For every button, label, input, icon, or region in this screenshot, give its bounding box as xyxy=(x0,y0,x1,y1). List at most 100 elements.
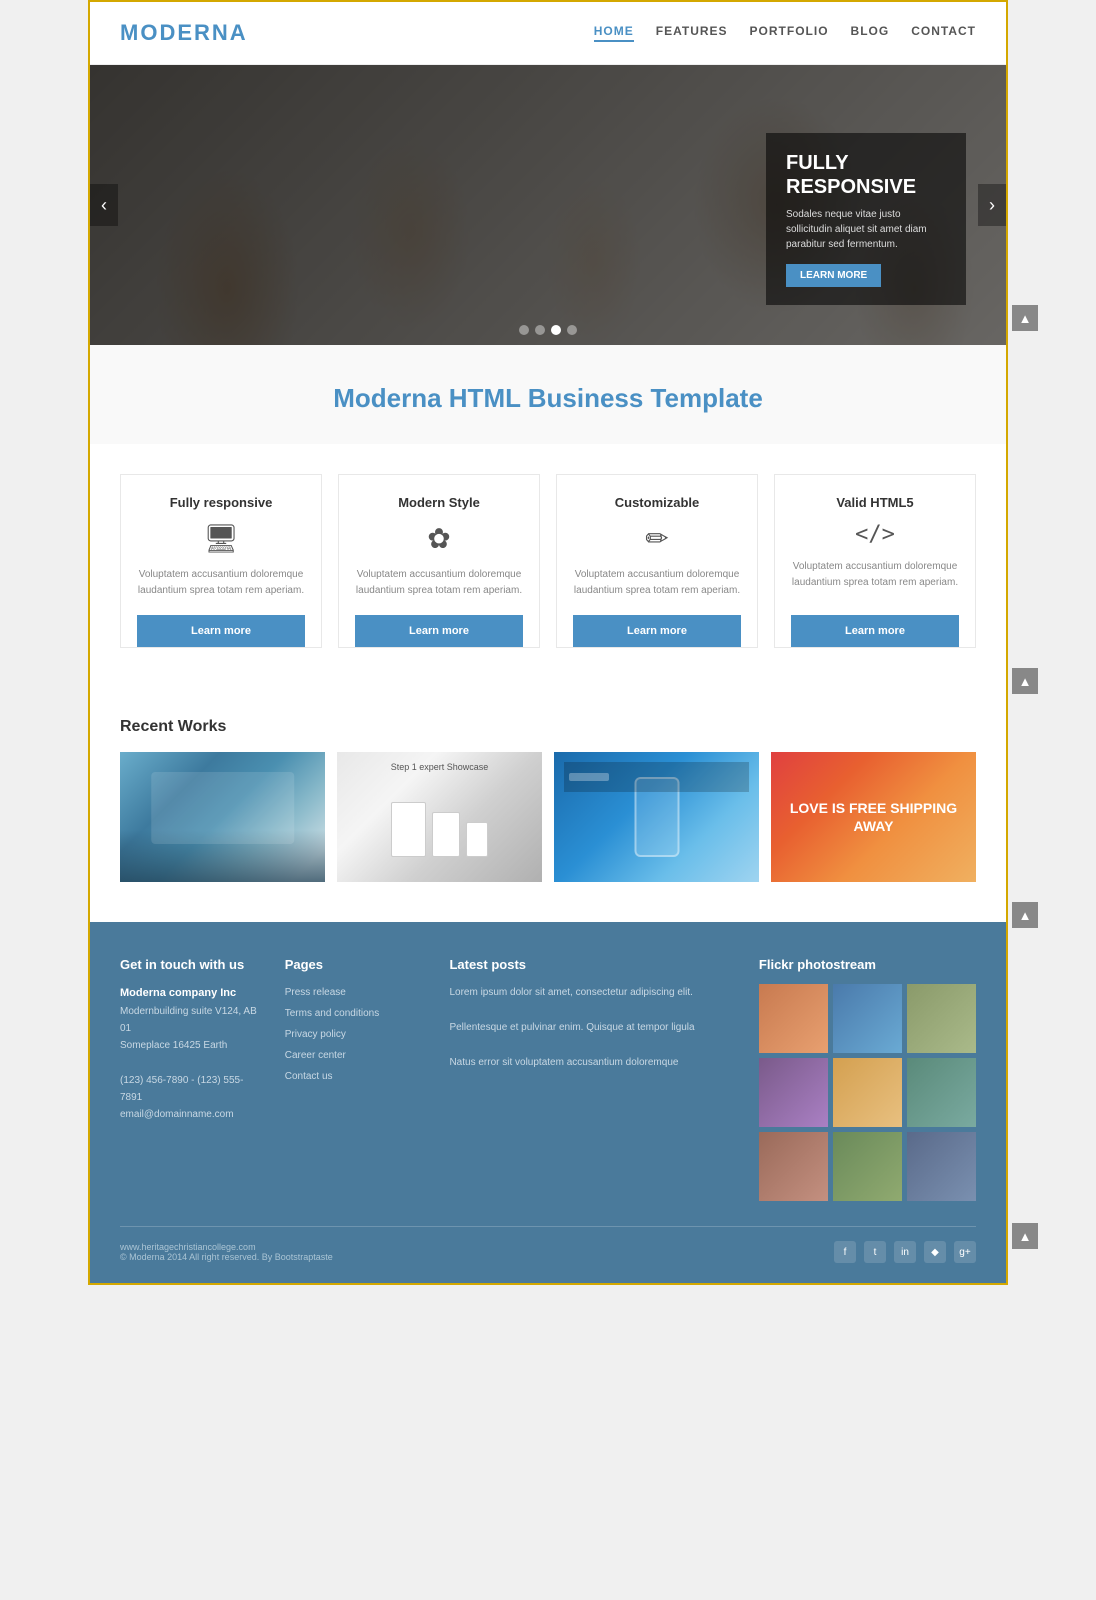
footer-pages-heading: Pages xyxy=(285,957,430,972)
feature-card-3: Customizable ✏ Voluptatem accusantium do… xyxy=(556,474,758,648)
scroll-top-1[interactable]: ▲ xyxy=(1012,305,1038,331)
feature-btn-3[interactable]: Learn more xyxy=(573,615,741,647)
feature-card-4: Valid HTML5 </> Voluptatem accusantium d… xyxy=(774,474,976,648)
footer-link-terms[interactable]: Terms and conditions xyxy=(285,1005,430,1022)
feature-desc-4: Voluptatem accusantium doloremque laudan… xyxy=(791,559,959,591)
hero-dot-1[interactable] xyxy=(519,325,529,335)
feature-title-2: Modern Style xyxy=(398,495,480,510)
feature-btn-1[interactable]: Learn more xyxy=(137,615,305,647)
hero-slider: ‹ › FULLYRESPONSIVE Sodales neque vitae … xyxy=(90,65,1006,345)
work-item-3[interactable] xyxy=(554,752,759,882)
main-nav: HOME FEATURES PORTFOLIO BLOG CONTACT xyxy=(594,24,976,42)
work-promo-text: LOVE IS FREE SHIPPING AWAY xyxy=(771,799,976,835)
footer-contact-heading: Get in touch with us xyxy=(120,957,265,972)
tagline-brand: Moderna xyxy=(333,383,441,413)
work-img-landscape xyxy=(120,752,325,882)
flickr-thumb-6[interactable] xyxy=(907,1058,976,1127)
flickr-thumb-2[interactable] xyxy=(833,984,902,1053)
hero-dot-4[interactable] xyxy=(567,325,577,335)
footer-copyright-text: © Moderna 2014 All right reserved. By Bo… xyxy=(120,1252,333,1262)
footer-link-contact[interactable]: Contact us xyxy=(285,1068,430,1085)
scroll-top-2[interactable]: ▲ xyxy=(1012,668,1038,694)
footer-link-career[interactable]: Career center xyxy=(285,1047,430,1064)
logo-rest: ODERNA xyxy=(140,20,247,45)
nav-home[interactable]: HOME xyxy=(594,24,634,42)
nav-contact[interactable]: CONTACT xyxy=(911,24,976,42)
hero-title: FULLYRESPONSIVE xyxy=(786,151,946,199)
feature-card-1: Fully responsive 🖥 Voluptatem accusantiu… xyxy=(120,474,322,648)
flickr-thumb-5[interactable] xyxy=(833,1058,902,1127)
html5-icon: </> xyxy=(855,522,895,547)
hero-next-arrow[interactable]: › xyxy=(978,184,1006,226)
recent-works-heading: Recent Works xyxy=(120,718,976,736)
nav-portfolio[interactable]: PORTFOLIO xyxy=(750,24,829,42)
work-item-4[interactable]: LOVE IS FREE SHIPPING AWAY xyxy=(771,752,976,882)
scroll-top-4[interactable]: ▲ xyxy=(1012,1223,1038,1249)
hero-description: Sodales neque vitae justo sollicitudin a… xyxy=(786,207,946,252)
site-footer: Get in touch with us Moderna company Inc… xyxy=(90,922,1006,1283)
social-linkedin[interactable]: in xyxy=(894,1241,916,1263)
footer-bottom: www.heritagechristiancollege.com © Moder… xyxy=(120,1226,976,1263)
work-item-1[interactable] xyxy=(120,752,325,882)
footer-contact-col: Get in touch with us Moderna company Inc… xyxy=(120,957,265,1201)
footer-post-1: Lorem ipsum dolor sit amet, consectetur … xyxy=(449,984,738,1001)
hero-prev-arrow[interactable]: ‹ xyxy=(90,184,118,226)
footer-grid: Get in touch with us Moderna company Inc… xyxy=(120,957,976,1201)
hero-dot-3[interactable] xyxy=(551,325,561,335)
flickr-thumb-1[interactable] xyxy=(759,984,828,1053)
flickr-thumb-4[interactable] xyxy=(759,1058,828,1127)
feature-title-4: Valid HTML5 xyxy=(836,495,913,510)
footer-post-3: Natus error sit voluptatem accusantium d… xyxy=(449,1054,738,1071)
tagline-section: Moderna HTML Business Template xyxy=(90,345,1006,444)
footer-link-privacy[interactable]: Privacy policy xyxy=(285,1026,430,1043)
hero-learn-more-button[interactable]: LEARN MORE xyxy=(786,264,881,287)
hero-dot-2[interactable] xyxy=(535,325,545,335)
nav-features[interactable]: FEATURES xyxy=(656,24,728,42)
footer-flickr-col: Flickr photostream xyxy=(759,957,976,1201)
feature-btn-2[interactable]: Learn more xyxy=(355,615,523,647)
social-twitter[interactable]: t xyxy=(864,1241,886,1263)
flickr-thumb-8[interactable] xyxy=(833,1132,902,1201)
feature-card-2: Modern Style ✿ Voluptatem accusantium do… xyxy=(338,474,540,648)
footer-email: email@domainname.com xyxy=(120,1106,265,1123)
footer-company-name: Moderna company Inc xyxy=(120,984,265,1003)
feature-btn-4[interactable]: Learn more xyxy=(791,615,959,647)
logo-accent: M xyxy=(120,20,140,45)
works-grid: Step 1 expert Showcase xyxy=(120,752,976,882)
work-item-2[interactable]: Step 1 expert Showcase xyxy=(337,752,542,882)
footer-posts-col: Latest posts Lorem ipsum dolor sit amet,… xyxy=(449,957,738,1201)
nav-blog[interactable]: BLOG xyxy=(851,24,890,42)
work-img-promo: LOVE IS FREE SHIPPING AWAY xyxy=(771,752,976,882)
footer-address-1: Modernbuilding suite V124, AB 01 xyxy=(120,1003,265,1037)
logo[interactable]: MODERNA xyxy=(120,20,248,46)
footer-phone: (123) 456-7890 - (123) 555-7891 xyxy=(120,1072,265,1106)
flickr-grid xyxy=(759,984,976,1201)
flickr-thumb-9[interactable] xyxy=(907,1132,976,1201)
footer-copyright: www.heritagechristiancollege.com © Moder… xyxy=(120,1242,333,1262)
features-grid: Fully responsive 🖥 Voluptatem accusantiu… xyxy=(120,474,976,648)
feature-desc-2: Voluptatem accusantium doloremque laudan… xyxy=(355,567,523,599)
feature-desc-3: Voluptatem accusantium doloremque laudan… xyxy=(573,567,741,599)
footer-posts-heading: Latest posts xyxy=(449,957,738,972)
social-pinterest[interactable]: ◆ xyxy=(924,1241,946,1263)
social-icons: f t in ◆ g+ xyxy=(834,1241,976,1263)
footer-post-2: Pellentesque et pulvinar enim. Quisque a… xyxy=(449,1019,738,1036)
tagline-rest-text: HTML Business Template xyxy=(449,383,763,413)
flickr-thumb-3[interactable] xyxy=(907,984,976,1053)
social-facebook[interactable]: f xyxy=(834,1241,856,1263)
social-googleplus[interactable]: g+ xyxy=(954,1241,976,1263)
feature-title-3: Customizable xyxy=(615,495,700,510)
page-wrapper: MODERNA HOME FEATURES PORTFOLIO BLOG CON… xyxy=(88,0,1008,1285)
footer-flickr-heading: Flickr photostream xyxy=(759,957,976,972)
tagline-heading: Moderna HTML Business Template xyxy=(120,383,976,414)
flower-icon: ✿ xyxy=(427,522,450,555)
flickr-thumb-7[interactable] xyxy=(759,1132,828,1201)
hero-dots xyxy=(519,325,577,335)
footer-link-press[interactable]: Press release xyxy=(285,984,430,1001)
monitor-icon: 🖥 xyxy=(203,522,239,555)
work-img-mockup: Step 1 expert Showcase xyxy=(337,752,542,882)
scroll-top-3[interactable]: ▲ xyxy=(1012,902,1038,928)
features-section: Fully responsive 🖥 Voluptatem accusantiu… xyxy=(90,444,1006,688)
feature-desc-1: Voluptatem accusantium doloremque laudan… xyxy=(137,567,305,599)
work-mockup-label: Step 1 expert Showcase xyxy=(337,762,542,772)
